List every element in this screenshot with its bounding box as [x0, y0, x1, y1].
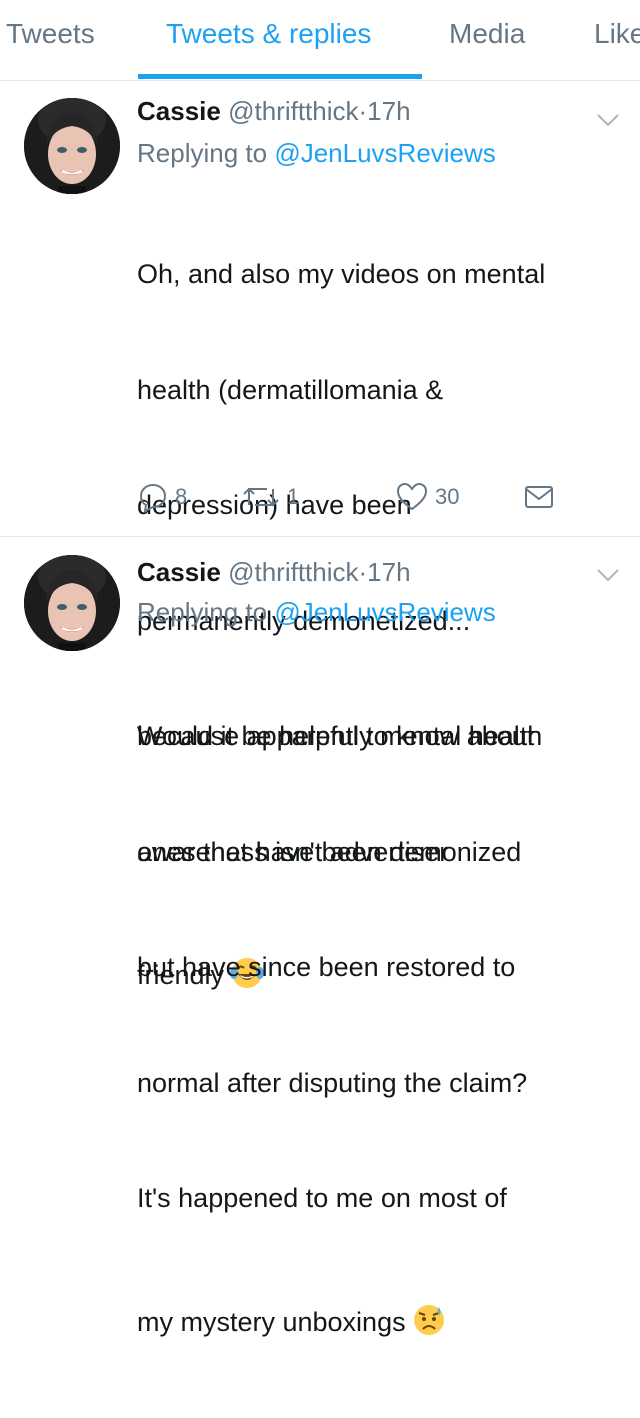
profile-photo [24, 555, 120, 651]
avatar[interactable] [24, 98, 120, 194]
heart-icon [396, 482, 428, 511]
tab-tweets-and-replies[interactable]: Tweets & replies [166, 18, 371, 50]
separator-dot: · [358, 96, 368, 126]
tab-media[interactable]: Media [449, 18, 525, 50]
tweet-timestamp[interactable]: 17h [367, 557, 410, 587]
tweet-header: Cassie @thriftthick·17h [137, 96, 411, 127]
replying-to: Replying to @JenLuvsReviews [137, 597, 496, 628]
display-name[interactable]: Cassie [137, 557, 221, 587]
tweet-text-line: Oh, and also my videos on mental [137, 259, 546, 289]
retweet-count: 1 [287, 484, 300, 509]
display-name[interactable]: Cassie [137, 96, 221, 126]
retweet-button[interactable]: 1 [241, 480, 299, 514]
tweet[interactable]: Cassie @thriftthick·17h Replying to @Jen… [0, 537, 640, 1337]
user-handle[interactable]: @thriftthick [228, 557, 358, 587]
separator-dot: · [358, 557, 368, 587]
disappointed-relieved-emoji [413, 1304, 444, 1335]
direct-message-button[interactable] [523, 480, 555, 514]
active-tab-indicator [138, 74, 422, 79]
user-handle[interactable]: @thriftthick [228, 96, 358, 126]
tab-likes[interactable]: Like [594, 18, 640, 50]
tweet-text-line: health (dermatillomania & [137, 374, 444, 405]
tweet-text-line-last: my mystery unboxings [137, 1303, 627, 1342]
tweet[interactable]: Cassie @thriftthick·17h Replying to @Jen… [0, 80, 640, 990]
tweet-text-line: my mystery unboxings [137, 1306, 406, 1337]
profile-photo [24, 98, 120, 194]
mention-link[interactable]: @JenLuvsReviews [274, 138, 495, 168]
tweet-text-line: but have since been restored to [137, 952, 516, 982]
tweet-header: Cassie @thriftthick·17h [137, 557, 411, 588]
tweet-text: Would it be helpful to know about ones t… [137, 640, 627, 1418]
envelope-icon [525, 486, 553, 508]
tweet-text-line: normal after disputing the claim? [137, 1067, 528, 1098]
tab-tweets[interactable]: Tweets [6, 18, 95, 50]
reply-button[interactable]: 8 [137, 480, 187, 514]
tweet-text-line: It's happened to me on most of [137, 1183, 507, 1213]
chevron-down-icon[interactable] [596, 567, 620, 583]
retweet-icon [243, 487, 279, 507]
chevron-down-icon[interactable] [596, 112, 620, 128]
replying-to-label: Replying to [137, 138, 275, 168]
replying-to-label: Replying to [137, 597, 275, 627]
reply-icon [139, 483, 167, 513]
tweet-timestamp[interactable]: 17h [367, 96, 410, 126]
replying-to: Replying to @JenLuvsReviews [137, 138, 496, 169]
mention-link[interactable]: @JenLuvsReviews [274, 597, 495, 627]
profile-tabs: Tweets Tweets & replies Media Like [0, 0, 640, 81]
reply-count: 8 [175, 484, 188, 509]
like-count: 30 [435, 484, 460, 509]
avatar[interactable] [24, 555, 120, 651]
tweet-text-line: ones that have been demonized [137, 836, 522, 867]
like-button[interactable]: 30 [395, 480, 459, 514]
tweet-text-line: Would it be helpful to know about [137, 721, 535, 751]
